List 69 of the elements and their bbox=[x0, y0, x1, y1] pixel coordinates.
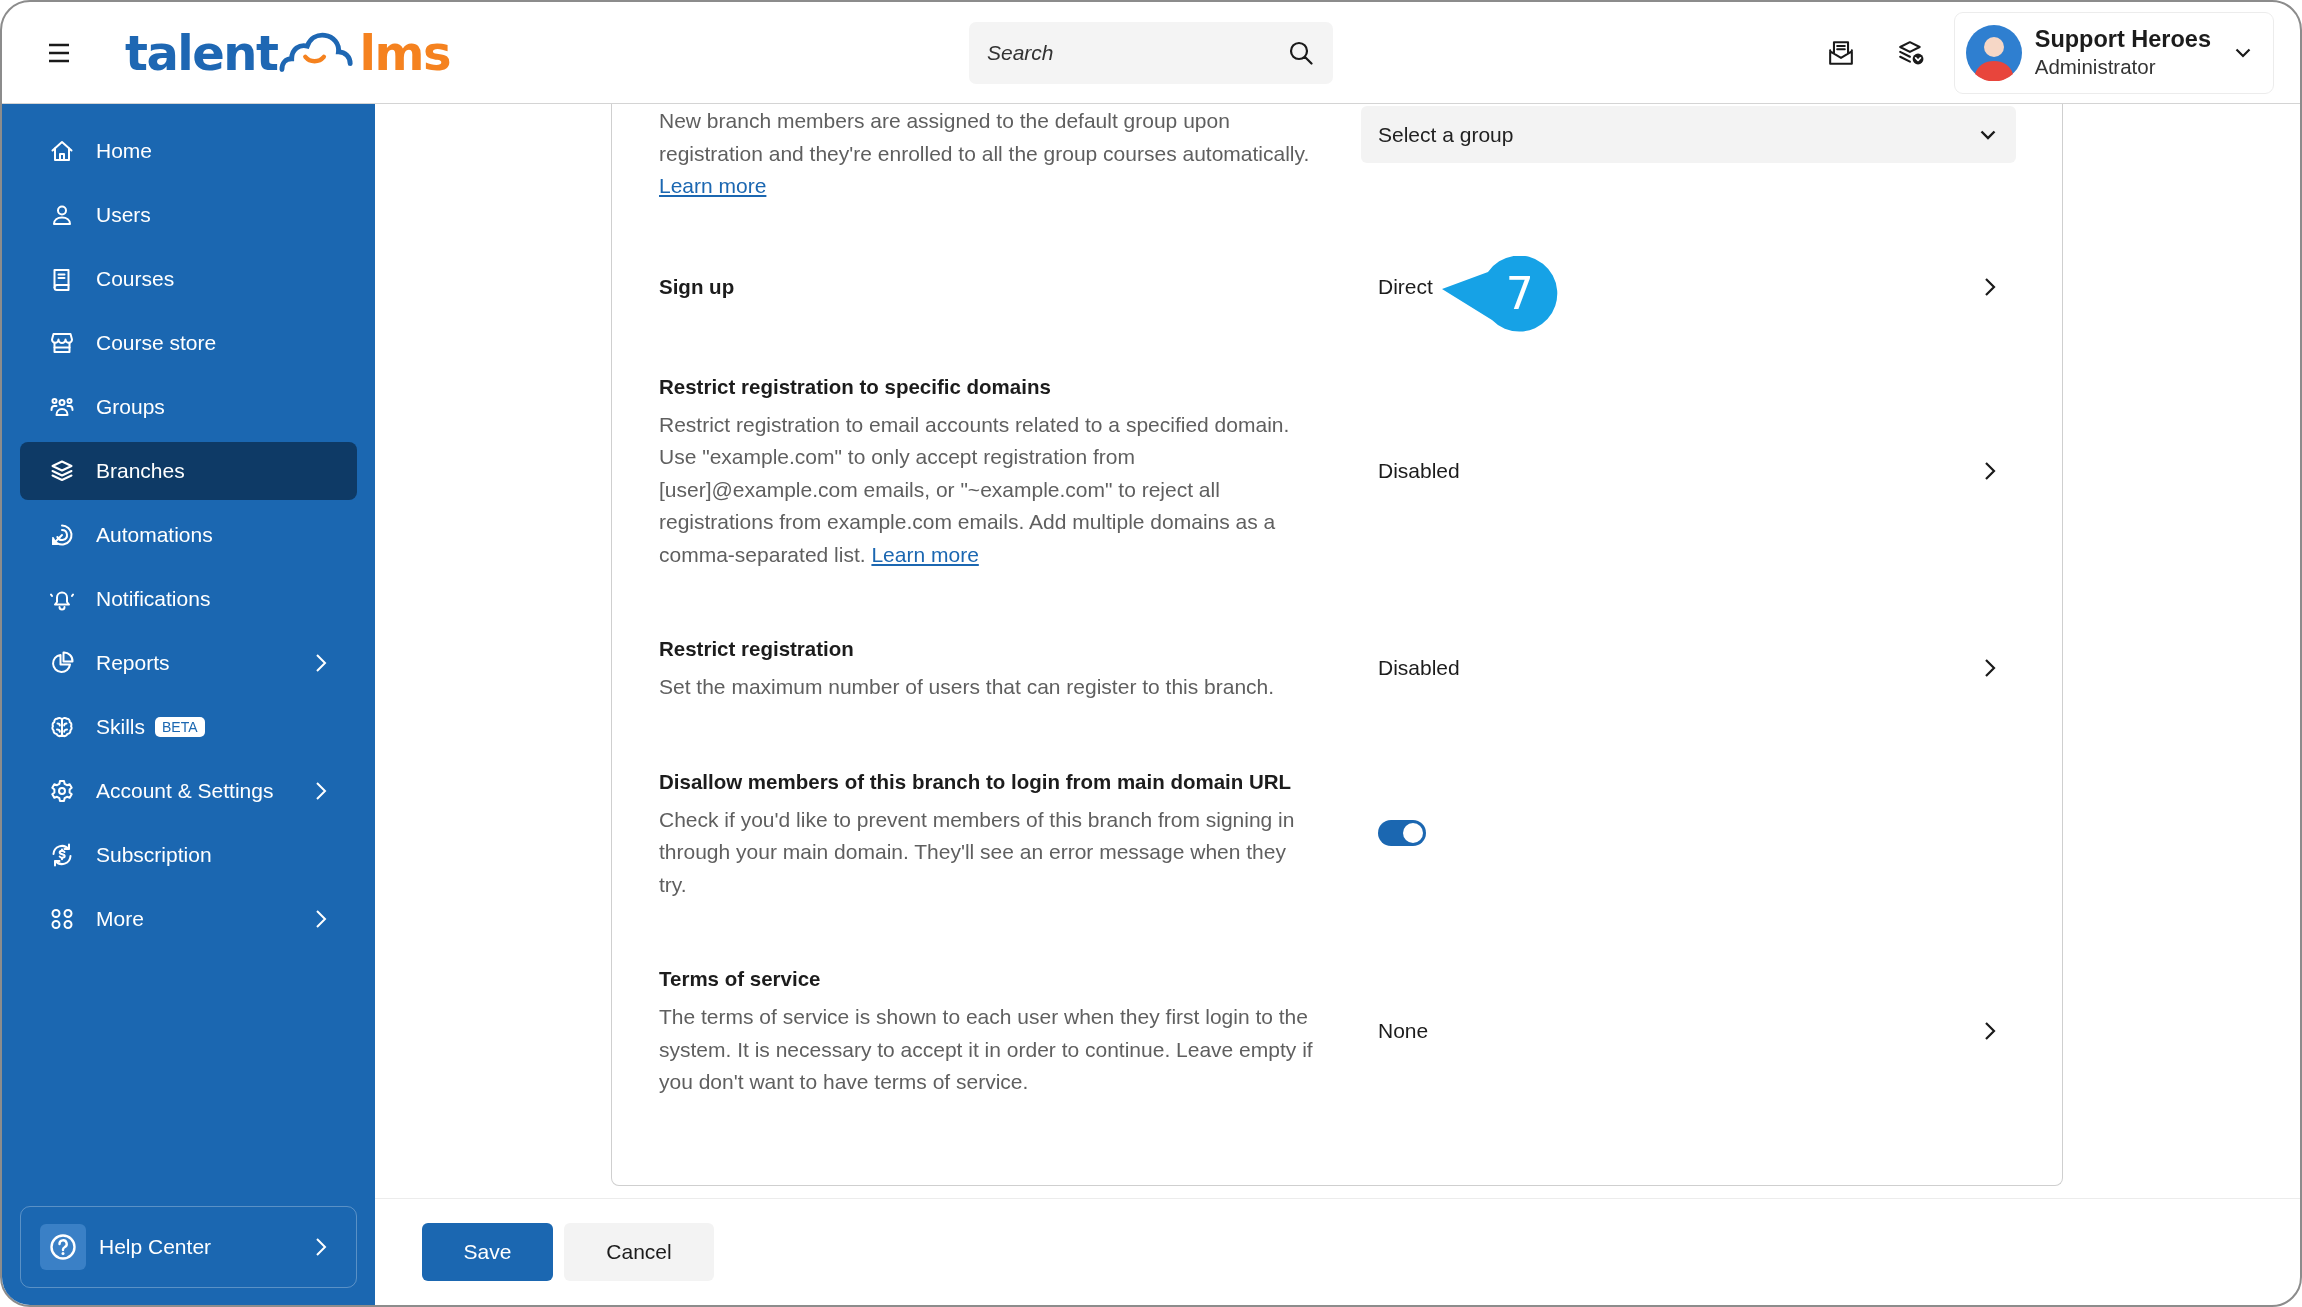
chevron-right-icon bbox=[315, 653, 327, 673]
dollar-refresh-icon bbox=[50, 843, 74, 867]
target-arrow-icon bbox=[50, 523, 74, 547]
setting-title: Sign up bbox=[659, 273, 736, 300]
save-button[interactable]: Save bbox=[422, 1223, 553, 1281]
sidebar-item[interactable]: Groups bbox=[20, 378, 357, 436]
question-icon bbox=[40, 1224, 86, 1270]
sidebar-item[interactable]: Notifications bbox=[20, 570, 357, 628]
chevron-down-icon[interactable] bbox=[2235, 47, 2251, 58]
sidebar-item[interactable]: Course store bbox=[20, 314, 357, 372]
home-icon bbox=[50, 139, 74, 163]
cancel-button[interactable]: Cancel bbox=[564, 1223, 714, 1281]
user-icon bbox=[50, 203, 74, 227]
setting-description: Check if you'd like to prevent members of this branch from signing in through your main domain. They'll see an error message when they try. bbox=[659, 806, 1296, 898]
sidebar-item[interactable]: Account & Settings bbox=[20, 762, 357, 820]
layers-icon[interactable] bbox=[1897, 39, 1924, 66]
beta-badge: BETA bbox=[155, 717, 205, 737]
user-role: Administrator bbox=[2034, 54, 2157, 80]
search-icon[interactable] bbox=[1289, 40, 1313, 65]
user-name: Support Heroes bbox=[2034, 25, 2211, 54]
toggle-switch[interactable] bbox=[1378, 820, 1426, 847]
chevron-right-icon[interactable] bbox=[1984, 460, 1996, 481]
setting-description: Set the maximum number of users that can register to this branch. bbox=[659, 674, 1276, 700]
sidebar-item[interactable]: More bbox=[20, 890, 357, 948]
user-menu[interactable]: Support Heroes Administrator bbox=[1953, 11, 2274, 94]
envelope-icon[interactable] bbox=[1827, 39, 1854, 66]
sidebar-item[interactable]: Skills BETA bbox=[20, 698, 357, 756]
search-field[interactable]: Search bbox=[969, 21, 1333, 84]
chevron-right-icon[interactable] bbox=[1984, 1020, 1996, 1041]
setting-description: Restrict registration to email accounts related to a specified domain. Use "example.com" to only accept registration from [user]@example.com emails, or "~example.com" to reject all registrations from example.com emails. Add multiple domains as a comma-separated list. Learn more bbox=[659, 411, 1291, 568]
dots-grid-icon bbox=[50, 907, 74, 931]
setting-title: Restrict registration bbox=[659, 636, 855, 662]
setting-value[interactable]: Disabled bbox=[1378, 458, 1460, 483]
avatar-icon bbox=[1965, 24, 2022, 81]
sidebar-item[interactable]: Branches bbox=[20, 442, 357, 500]
sidebar-item[interactable]: Subscription bbox=[20, 826, 357, 884]
people-icon bbox=[50, 395, 74, 419]
sidebar-item[interactable]: Courses bbox=[20, 250, 357, 308]
chevron-right-icon bbox=[315, 909, 327, 929]
menu-icon[interactable] bbox=[47, 42, 71, 63]
setting-title: Restrict registration to specific domains bbox=[659, 373, 1052, 400]
logo-wordmark: lms bbox=[359, 27, 450, 79]
chevron-right-icon[interactable] bbox=[1984, 658, 1996, 679]
sidebar-item[interactable]: Users bbox=[20, 186, 357, 244]
chevron-right-icon[interactable] bbox=[1984, 276, 1996, 297]
help-center-item[interactable]: Help Center bbox=[20, 1206, 357, 1288]
step-callout: 7 bbox=[1441, 255, 1558, 332]
chevron-down-icon bbox=[1980, 129, 1996, 140]
sidebar-item[interactable]: Reports bbox=[20, 634, 357, 692]
settings-icon bbox=[50, 779, 74, 803]
chevron-right-icon bbox=[315, 781, 327, 801]
layers-icon bbox=[50, 459, 74, 483]
setting-title: Disallow members of this branch to login from main domain URL bbox=[659, 768, 1293, 795]
learn-more-link[interactable]: Learn more bbox=[871, 542, 979, 566]
chevron-right-icon bbox=[315, 1237, 327, 1257]
group-select-field[interactable]: Select a group bbox=[1361, 106, 2016, 163]
setting-value[interactable]: Disabled bbox=[1378, 656, 1460, 681]
storefront-icon bbox=[50, 331, 74, 355]
logo-wordmark: talent bbox=[125, 27, 278, 79]
sidebar-item[interactable]: Home bbox=[20, 122, 357, 180]
setting-value[interactable]: Direct bbox=[1378, 274, 1433, 299]
brain-icon bbox=[50, 715, 74, 739]
learn-more-link[interactable]: Learn more bbox=[659, 174, 767, 197]
sidebar-item[interactable]: Automations bbox=[20, 506, 357, 564]
setting-description: The terms of service is shown to each user when they first login to the system. It is necessary to accept it in order to continue. Leave empty if you don't want to have terms of service. bbox=[659, 1004, 1314, 1095]
setting-value[interactable]: None bbox=[1378, 1018, 1429, 1043]
pie-chart-icon bbox=[50, 651, 74, 675]
setting-description: New branch members are assigned to the default group upon registration and they're enrolled to all the group courses automatically. Learn more bbox=[659, 108, 1311, 199]
setting-title: Terms of service bbox=[659, 966, 822, 992]
